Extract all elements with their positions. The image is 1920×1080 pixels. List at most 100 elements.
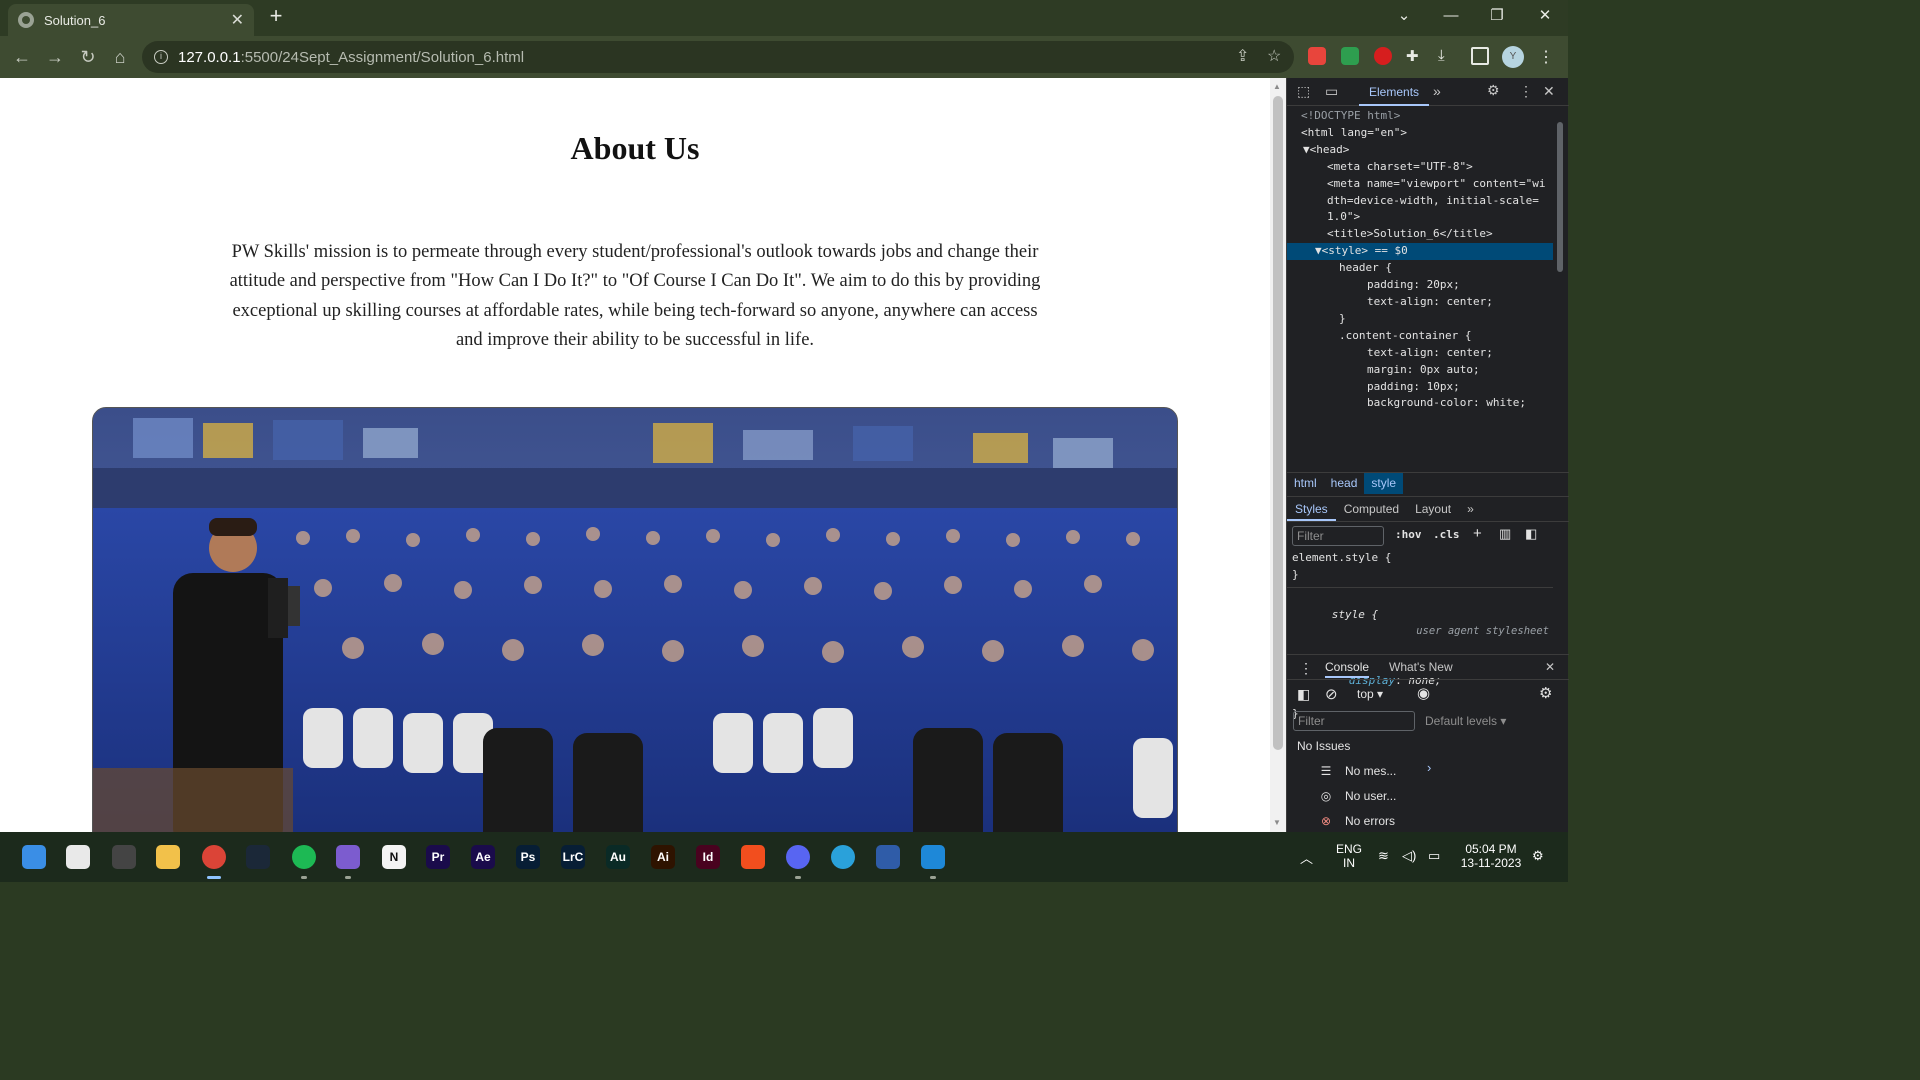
drawer-close-icon[interactable]: ✕ — [1545, 660, 1555, 674]
styles-filter-input[interactable]: Filter — [1292, 526, 1384, 546]
minimize-button[interactable]: — — [1436, 4, 1466, 28]
tab-close-button[interactable]: ✕ — [231, 10, 244, 30]
extensions-puzzle-icon[interactable]: ✚ — [1406, 47, 1424, 65]
notion-icon[interactable]: N — [382, 845, 406, 869]
premiere-icon[interactable]: Pr — [426, 845, 450, 869]
dom-tree-scrollbar[interactable] — [1555, 108, 1565, 468]
dom-line[interactable]: ▼<head> — [1287, 142, 1553, 159]
bookmark-star-icon[interactable]: ☆ — [1267, 46, 1281, 66]
console-message-filter[interactable]: ⊗ No errors — [1317, 814, 1395, 828]
dom-line-selected[interactable]: ▼<style> == $0 — [1287, 243, 1553, 261]
tab-console[interactable]: Console — [1325, 660, 1370, 678]
audition-icon[interactable]: Au — [606, 845, 630, 869]
address-bar[interactable]: i 127.0.0.1:5500/24Sept_Assignment/Solut… — [142, 41, 1294, 73]
console-message-filter[interactable]: ◎ No user... — [1317, 789, 1397, 803]
cls-toggle[interactable]: .cls — [1433, 528, 1460, 541]
dom-line[interactable]: <meta charset="UTF-8"> — [1287, 159, 1553, 176]
inspect-element-icon[interactable]: ⬚ — [1297, 83, 1310, 100]
home-icon[interactable]: ⌂ — [108, 45, 132, 69]
breadcrumb-head[interactable]: head — [1324, 473, 1365, 494]
discord-icon[interactable] — [786, 845, 810, 869]
settings-gear-icon[interactable]: ⚙ — [1487, 82, 1500, 99]
tab-search-icon[interactable]: ⌄ — [1389, 4, 1419, 28]
console-filter-input[interactable]: Filter — [1293, 711, 1415, 731]
tab-elements[interactable]: Elements — [1359, 78, 1430, 106]
indesign-icon[interactable]: Id — [696, 845, 720, 869]
browser-menu-icon[interactable]: ⋮ — [1538, 47, 1556, 66]
volume-icon[interactable]: ◁) — [1402, 848, 1416, 864]
new-tab-button[interactable]: + — [264, 4, 288, 28]
devtools-menu-icon[interactable]: ⋮ — [1519, 83, 1533, 100]
site-info-icon[interactable]: i — [154, 50, 168, 64]
illustrator-icon[interactable]: Ai — [651, 845, 675, 869]
tab-computed[interactable]: Computed — [1336, 497, 1407, 521]
context-selector[interactable]: top ▾ — [1357, 687, 1383, 701]
side-panel-icon[interactable] — [1471, 47, 1489, 65]
tab-styles[interactable]: Styles — [1287, 497, 1336, 521]
close-window-button[interactable]: ✕ — [1530, 4, 1560, 28]
element-style-open[interactable]: element.style { — [1287, 550, 1553, 567]
style-rule-selector[interactable]: style { — [1332, 608, 1378, 621]
dom-line[interactable]: <meta name="viewport" content="wi — [1287, 176, 1553, 193]
dom-tree[interactable]: <!DOCTYPE html> <html lang="en"> ▼<head>… — [1287, 108, 1553, 468]
dom-scroll-thumb[interactable] — [1557, 122, 1563, 272]
more-subtabs-icon[interactable]: » — [1459, 497, 1482, 521]
start-icon[interactable] — [22, 845, 46, 869]
chrome-icon[interactable] — [202, 845, 226, 869]
new-rule-icon[interactable]: + — [1473, 525, 1482, 542]
tray-chevron-icon[interactable]: ︿ — [1300, 848, 1313, 867]
console-message-filter[interactable]: ☰ No mes... — [1317, 764, 1397, 778]
obs-icon[interactable] — [112, 845, 136, 869]
scroll-down-icon[interactable]: ▼ — [1273, 818, 1281, 827]
dom-line[interactable]: <title>Solution_6</title> — [1287, 226, 1553, 243]
console-sidebar-icon[interactable]: ◧ — [1297, 686, 1310, 703]
davinci-icon[interactable] — [876, 845, 900, 869]
more-tabs-icon[interactable]: » — [1433, 83, 1441, 99]
reload-icon[interactable]: ↻ — [76, 45, 100, 69]
dom-line[interactable]: <html lang="en"> — [1287, 125, 1553, 142]
sidebar-toggle-icon[interactable]: ◧ — [1525, 526, 1537, 542]
battery-icon[interactable]: ▭ — [1428, 848, 1440, 864]
restore-button[interactable]: ❐ — [1482, 4, 1512, 28]
clock[interactable]: 05:04 PM 13-11-2023 — [1456, 842, 1526, 870]
dom-line[interactable]: <!DOCTYPE html> — [1287, 108, 1553, 125]
drawer-menu-icon[interactable]: ⋮ — [1299, 660, 1313, 677]
page-scroll-thumb[interactable] — [1273, 96, 1283, 750]
extension-adblock-icon[interactable] — [1374, 47, 1392, 65]
dom-line[interactable]: 1.0"> — [1287, 209, 1553, 226]
console-prompt-chevron-icon[interactable]: › — [1427, 760, 1431, 775]
dom-line[interactable]: dth=device-width, initial-scale= — [1287, 193, 1553, 210]
devtools-close-icon[interactable]: ✕ — [1543, 83, 1555, 100]
notifications-icon[interactable]: ⚙ — [1532, 848, 1544, 864]
page-scrollbar[interactable]: ▲ ▼ — [1270, 78, 1286, 832]
vscode-icon[interactable] — [921, 845, 945, 869]
lightroom-classic-icon[interactable]: LrC — [561, 845, 585, 869]
explorer-icon[interactable] — [156, 845, 180, 869]
console-settings-gear-icon[interactable]: ⚙ — [1539, 684, 1552, 702]
wifi-icon[interactable]: ≋ — [1378, 848, 1389, 864]
scroll-up-icon[interactable]: ▲ — [1273, 82, 1281, 91]
steam-icon[interactable] — [246, 845, 270, 869]
hov-toggle[interactable]: :hov — [1395, 528, 1422, 541]
tab-layout[interactable]: Layout — [1407, 497, 1459, 521]
live-expression-eye-icon[interactable]: ◉ — [1417, 684, 1430, 702]
breadcrumb-html[interactable]: html — [1287, 473, 1324, 494]
breadcrumb-style[interactable]: style — [1364, 473, 1404, 494]
extension-opera-icon[interactable] — [1308, 47, 1326, 65]
browser-tab-active[interactable]: Solution_6 ✕ — [8, 4, 254, 36]
share-icon[interactable]: ⇪ — [1236, 46, 1249, 66]
profile-avatar[interactable]: Y — [1502, 46, 1524, 68]
store-icon[interactable] — [66, 845, 90, 869]
figma-icon[interactable] — [741, 845, 765, 869]
log-levels-dropdown[interactable]: Default levels ▾ — [1425, 714, 1506, 728]
forward-icon[interactable]: → — [43, 45, 67, 69]
clear-console-icon[interactable]: ⊘ — [1325, 685, 1338, 703]
paint-icon[interactable]: ▥ — [1499, 526, 1511, 542]
back-icon[interactable]: ← — [10, 45, 34, 69]
telegram-icon[interactable] — [831, 845, 855, 869]
tab-whats-new[interactable]: What's New — [1389, 660, 1453, 674]
obsidian-icon[interactable] — [336, 845, 360, 869]
device-toolbar-icon[interactable]: ▭ — [1325, 83, 1338, 100]
extension-green-icon[interactable] — [1341, 47, 1359, 65]
spotify-icon[interactable] — [292, 845, 316, 869]
